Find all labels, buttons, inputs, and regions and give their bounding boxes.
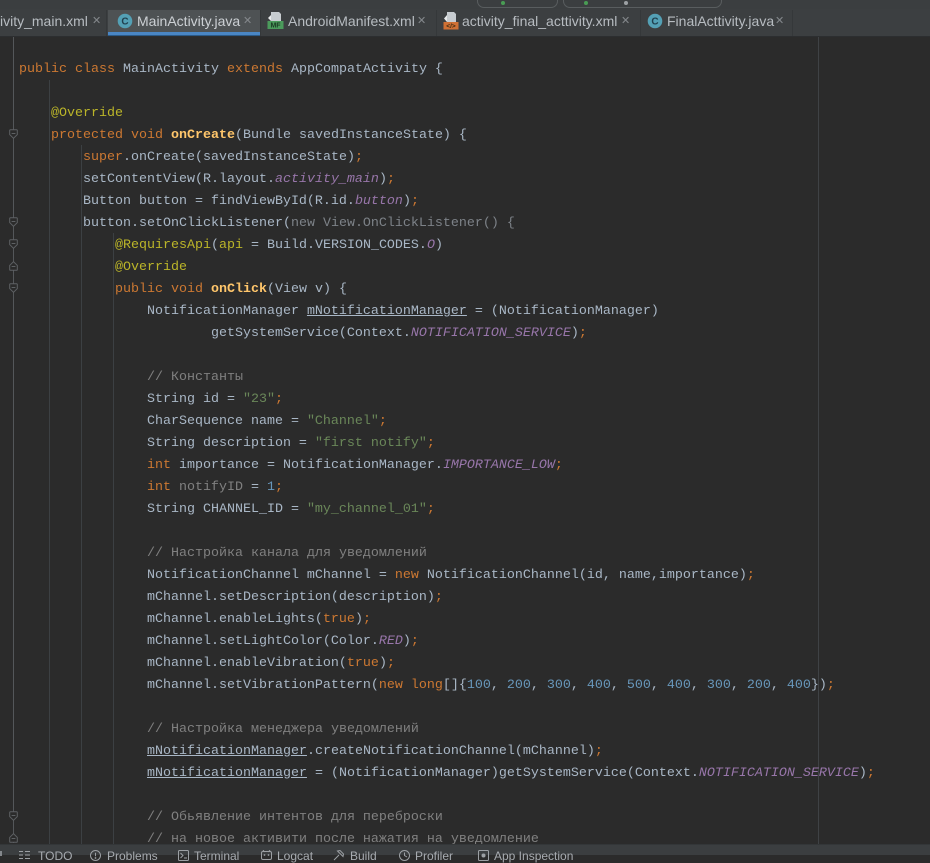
svg-text:MF: MF [270,23,281,30]
svg-text:</>: </> [446,23,456,30]
svg-text:C: C [651,17,658,28]
svg-text:C: C [121,17,128,28]
